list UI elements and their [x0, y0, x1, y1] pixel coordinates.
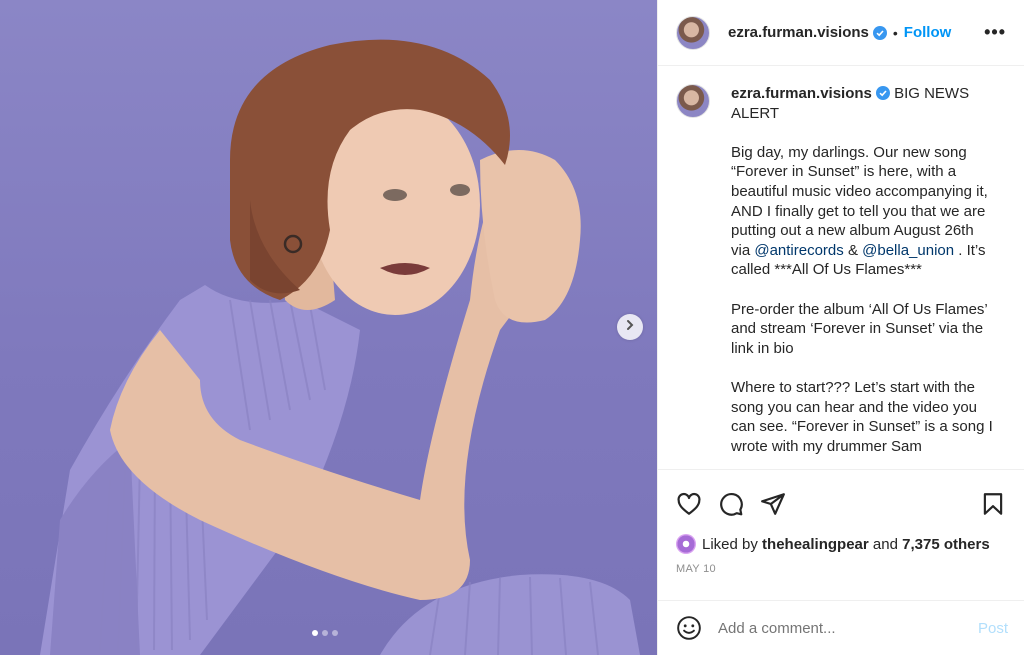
bookmark-icon[interactable] [980, 491, 1006, 517]
author-avatar[interactable] [676, 15, 710, 50]
post-actions: Liked by thehealingpear and 7,375 others… [658, 469, 1024, 575]
comment-bar: Post [658, 600, 1024, 655]
caption-scroll-area[interactable]: ezra.furman.visions BIG NEWS ALERT Big d… [658, 67, 1024, 469]
caption-paragraph: Pre-order the album ‘All Of Us Flames’ a… [731, 300, 988, 357]
heart-icon[interactable] [676, 491, 702, 517]
verified-badge-icon [875, 86, 890, 100]
mention-link[interactable]: @bella_union [862, 242, 954, 259]
caption-text: ezra.furman.visions BIG NEWS ALERT Big d… [731, 84, 996, 456]
comment-bubble-icon[interactable] [718, 491, 744, 517]
post-header: ezra.furman.visions • Follow ••• [658, 0, 1024, 66]
comment-input[interactable] [718, 619, 948, 637]
carousel-dot [332, 630, 338, 636]
verified-badge-icon [872, 25, 887, 40]
likes-count[interactable]: 7,375 others [902, 536, 990, 553]
smiley-icon[interactable] [676, 615, 702, 641]
post-date: MAY 10 [676, 563, 716, 575]
carousel-indicator [312, 630, 338, 636]
paper-plane-icon[interactable] [760, 491, 786, 517]
action-icons [658, 470, 1024, 520]
chevron-right-icon [624, 318, 636, 336]
carousel-dot [312, 630, 318, 636]
caption: ezra.furman.visions BIG NEWS ALERT Big d… [658, 67, 1024, 456]
header-separator: • [892, 24, 898, 41]
caption-author-handle[interactable]: ezra.furman.visions [731, 85, 872, 102]
carousel-next-button[interactable] [617, 314, 643, 340]
mention-link[interactable]: @antirecords [754, 242, 843, 259]
likes-summary[interactable]: Liked by thehealingpear and 7,375 others [658, 520, 1024, 554]
more-options-button[interactable]: ••• [984, 22, 1006, 43]
liked-by-and: and [872, 535, 898, 553]
post-comment-button[interactable]: Post [978, 620, 1008, 637]
caption-p1-amp: & [843, 241, 863, 259]
liker-avatar [676, 534, 696, 554]
author-handle[interactable]: ezra.furman.visions [728, 24, 869, 41]
post-side-panel: ezra.furman.visions • Follow ••• ezra.fu… [657, 0, 1024, 655]
follow-button[interactable]: Follow [904, 24, 952, 41]
post-media[interactable] [0, 0, 657, 655]
liker-username[interactable]: thehealingpear [762, 536, 869, 553]
caption-paragraph: Big day, my darlings. Our new song “Fore… [731, 143, 996, 280]
caption-paragraph: Where to start??? Let’s start with the s… [731, 378, 993, 455]
hand-shape [480, 150, 581, 323]
caption-author-avatar[interactable] [676, 84, 710, 118]
post-photo [40, 39, 640, 655]
carousel-dot [322, 630, 328, 636]
liked-by-label: Liked by [702, 535, 758, 553]
